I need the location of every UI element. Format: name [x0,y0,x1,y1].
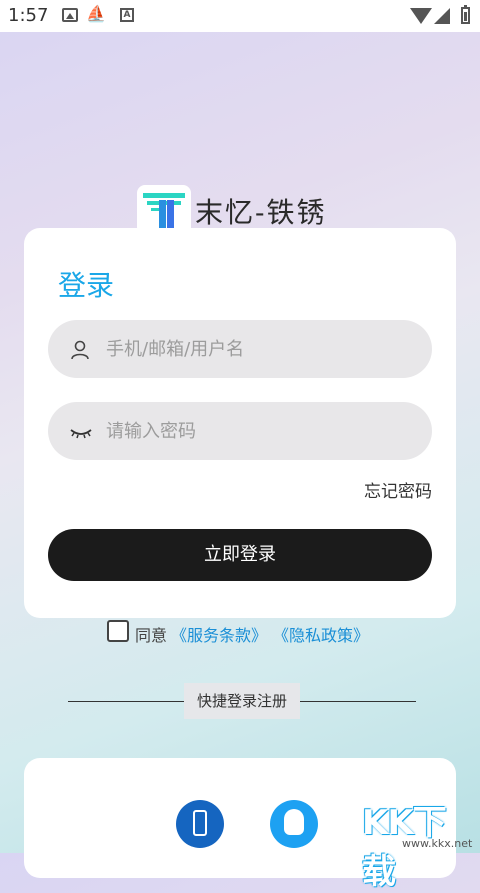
gallery-icon [62,8,78,22]
battery-icon [461,5,470,24]
watermark: KK下载 www.kkx.net [362,795,474,892]
forgot-password-link[interactable]: 忘记密码 [364,477,432,502]
watermark-url: www.kkx.net [402,837,473,850]
agreement-prefix: 同意 [135,626,168,645]
ship-icon: ⛵ [86,4,106,23]
eye-closed-icon[interactable] [70,422,92,442]
phone-icon [193,810,207,836]
qq-login-button[interactable] [270,800,318,848]
logo-t-icon [143,193,185,228]
password-field[interactable] [48,402,432,460]
privacy-link[interactable]: 《隐私政策》 [273,622,369,646]
password-input[interactable] [106,402,416,460]
status-time: 1:57 [8,5,49,26]
agreement-checkbox[interactable] [107,620,129,642]
login-title: 登录 [58,269,115,302]
username-field[interactable] [48,320,432,378]
signal-icon [434,8,450,24]
logo-text: 末忆-铁锈 [195,196,327,229]
phone-login-button[interactable] [176,800,224,848]
status-bar: 1:57 ⛵ A [0,0,480,32]
divider-left [68,701,184,702]
terms-link[interactable]: 《服务条款》 [171,622,267,646]
username-input[interactable] [106,320,416,378]
quick-login-label: 快捷登录注册 [184,683,300,719]
user-icon [71,340,89,360]
a-badge-icon: A [120,8,134,22]
login-button[interactable]: 立即登录 [48,529,432,581]
divider-right [300,701,416,702]
login-card: 登录 忘记密码 立即登录 [24,228,456,618]
qq-icon [284,809,304,835]
wifi-icon [410,8,432,24]
